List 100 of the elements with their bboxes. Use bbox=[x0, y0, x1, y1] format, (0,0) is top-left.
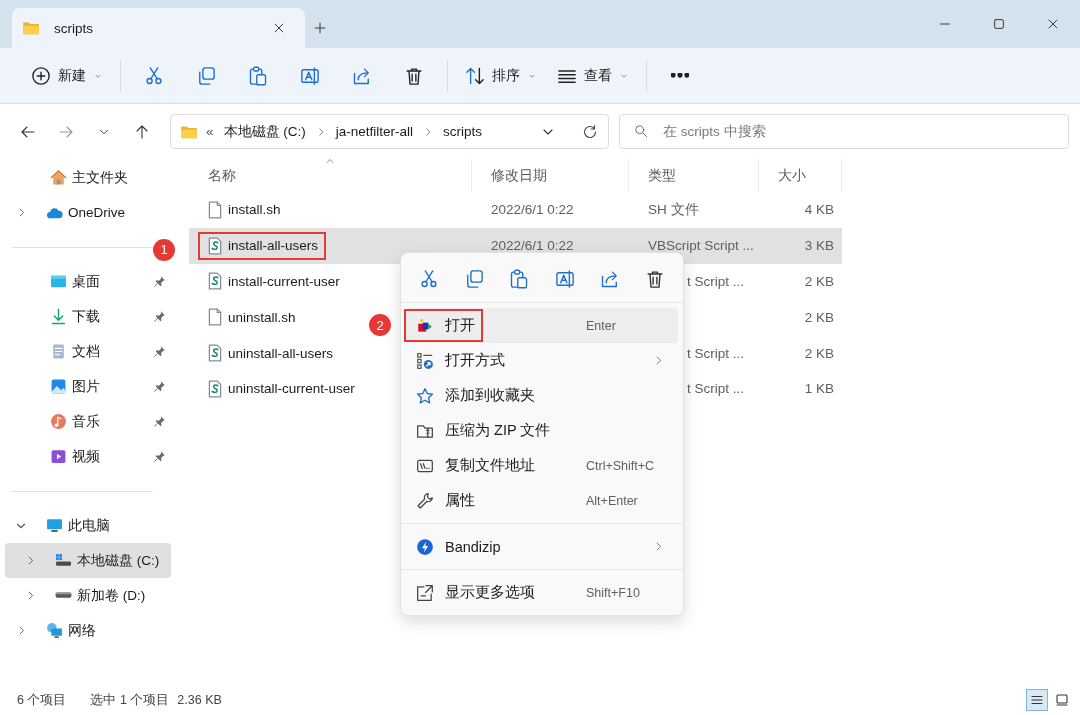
size-cell: 2 KB bbox=[804, 309, 834, 325]
sidebar-label: 视频 bbox=[72, 447, 101, 466]
file-name: uninstall-all-users bbox=[228, 345, 334, 361]
shortcut-text: Shift+F10 bbox=[586, 585, 641, 600]
menu-item[interactable]: 添加到收藏夹 bbox=[406, 378, 678, 413]
column-header[interactable]: 名称 bbox=[189, 159, 472, 192]
date-cell: 2022/6/1 0:22 bbox=[491, 202, 574, 218]
picture-icon bbox=[50, 378, 67, 395]
maximize-icon bbox=[992, 17, 1006, 31]
size-cell: 3 KB bbox=[804, 238, 834, 254]
menu-label: 打开 bbox=[445, 316, 475, 335]
menu-item[interactable]: 复制文件地址 Ctrl+Shift+C bbox=[406, 448, 678, 483]
shortcut-text: Alt+Enter bbox=[586, 493, 639, 508]
more-options-icon bbox=[416, 583, 434, 602]
file-name: uninstall-current-user bbox=[228, 381, 355, 397]
sidebar-label: 新加卷 (D:) bbox=[77, 586, 147, 605]
up-icon bbox=[134, 123, 150, 140]
menu-item[interactable]: Bandizip bbox=[406, 529, 678, 564]
breadcrumb[interactable]: 本地磁盘 (C:) bbox=[223, 122, 306, 141]
sort-icon bbox=[465, 65, 485, 86]
sidebar-label: 网络 bbox=[68, 621, 97, 640]
menu-item[interactable]: 属性 Alt+Enter bbox=[406, 483, 678, 518]
menu-item[interactable]: 打开方式 bbox=[406, 343, 678, 378]
shortcut-text: Ctrl+Shift+C bbox=[586, 458, 656, 473]
video-icon bbox=[50, 448, 67, 465]
sidebar-label: 此电脑 bbox=[68, 516, 111, 535]
selection-size: 2.36 KB bbox=[177, 693, 222, 707]
menu-label: 打开方式 bbox=[445, 351, 505, 370]
script-file-icon bbox=[206, 272, 224, 291]
menu-label: 属性 bbox=[445, 491, 475, 510]
step-badge: 1 bbox=[153, 238, 175, 261]
tab[interactable]: scripts bbox=[12, 8, 305, 48]
lightning-icon bbox=[416, 537, 434, 556]
breadcrumb[interactable]: ja-netfilter-all bbox=[335, 124, 414, 139]
sidebar-item[interactable]: 视频 bbox=[5, 439, 171, 474]
sidebar-item[interactable]: 文档 bbox=[5, 334, 171, 369]
sidebar-item[interactable]: 网络 bbox=[5, 613, 171, 648]
sort-button[interactable]: 排序 bbox=[457, 57, 545, 94]
details-view-button[interactable] bbox=[1026, 689, 1048, 711]
sidebar-label: 本地磁盘 (C:) bbox=[77, 551, 161, 570]
size-cell: 2 KB bbox=[804, 345, 834, 361]
refresh-icon bbox=[582, 123, 598, 140]
menu-label: Bandizip bbox=[445, 538, 501, 555]
column-header[interactable]: 类型 bbox=[629, 159, 759, 192]
type-cell: t Script ... bbox=[687, 274, 744, 289]
sidebar-label: 音乐 bbox=[72, 412, 101, 431]
desktop-icon bbox=[50, 273, 67, 290]
trash-icon bbox=[404, 65, 424, 86]
sidebar-item[interactable]: 下载 bbox=[5, 299, 171, 334]
cut-icon bbox=[419, 269, 439, 289]
sidebar-item[interactable]: 主文件夹 bbox=[5, 160, 171, 195]
type-cell: t Script ... bbox=[687, 345, 744, 361]
search-field[interactable]: 在 scripts 中搜索 bbox=[619, 114, 1069, 149]
file-icon bbox=[206, 200, 224, 219]
shortcut-text: Enter bbox=[586, 318, 617, 333]
new-icon bbox=[31, 65, 51, 86]
download-icon bbox=[50, 308, 67, 325]
sidebar-label: 图片 bbox=[72, 377, 101, 396]
menu-item[interactable]: 显示更多选项 Shift+F10 bbox=[406, 575, 678, 610]
file-name: install.sh bbox=[228, 202, 281, 218]
copy-icon bbox=[464, 269, 485, 289]
file-name: install-all-users bbox=[228, 238, 319, 254]
view-button[interactable]: 查看 bbox=[549, 57, 637, 94]
share-icon bbox=[352, 65, 372, 86]
menu-label: 复制文件地址 bbox=[445, 456, 535, 475]
size-cell: 1 KB bbox=[804, 381, 834, 397]
cube-icon bbox=[416, 316, 434, 335]
plus-icon bbox=[313, 21, 327, 35]
sidebar-item[interactable]: 此电脑 bbox=[5, 508, 171, 543]
copy-icon bbox=[196, 65, 216, 86]
menu-label: 压缩为 ZIP 文件 bbox=[445, 421, 551, 440]
breadcrumb[interactable]: scripts bbox=[443, 124, 483, 139]
sidebar-item[interactable]: 新加卷 (D:) bbox=[5, 578, 171, 613]
column-header[interactable]: 大小 bbox=[759, 159, 842, 192]
search-icon bbox=[634, 124, 648, 138]
sidebar-item[interactable]: 本地磁盘 (C:) bbox=[5, 543, 171, 578]
sidebar-item[interactable]: 图片 bbox=[5, 369, 171, 404]
sidebar-label: 主文件夹 bbox=[72, 168, 129, 187]
sidebar-label: 文档 bbox=[72, 342, 101, 361]
menu-item[interactable]: 压缩为 ZIP 文件 bbox=[406, 413, 678, 448]
address-bar[interactable]: « 本地磁盘 (C:) ja-netfilter-all scripts bbox=[170, 114, 609, 149]
paste-icon bbox=[509, 269, 530, 289]
sidebar-item[interactable]: OneDrive bbox=[5, 195, 171, 230]
type-cell: t Script ... bbox=[687, 381, 744, 397]
sidebar-label: 下载 bbox=[72, 307, 101, 326]
wrench-icon bbox=[416, 491, 434, 510]
sidebar-label: OneDrive bbox=[68, 205, 127, 220]
step-badge: 2 bbox=[369, 314, 391, 336]
sidebar-label: 桌面 bbox=[72, 272, 101, 291]
close-icon bbox=[1046, 17, 1060, 31]
size-cell: 4 KB bbox=[804, 202, 834, 218]
sidebar-item[interactable]: 桌面 bbox=[5, 264, 171, 299]
sidebar-item[interactable]: 音乐 bbox=[5, 404, 171, 439]
rename-icon bbox=[300, 65, 320, 86]
column-header[interactable]: 修改日期 bbox=[472, 159, 629, 192]
selection-info: 选中 1 个项目 bbox=[90, 691, 170, 709]
computer-icon bbox=[46, 517, 63, 534]
new-button[interactable]: 新建 bbox=[23, 57, 111, 94]
date-cell: 2022/6/1 0:22 bbox=[491, 238, 574, 254]
overflow-chevron[interactable]: « bbox=[206, 124, 214, 139]
